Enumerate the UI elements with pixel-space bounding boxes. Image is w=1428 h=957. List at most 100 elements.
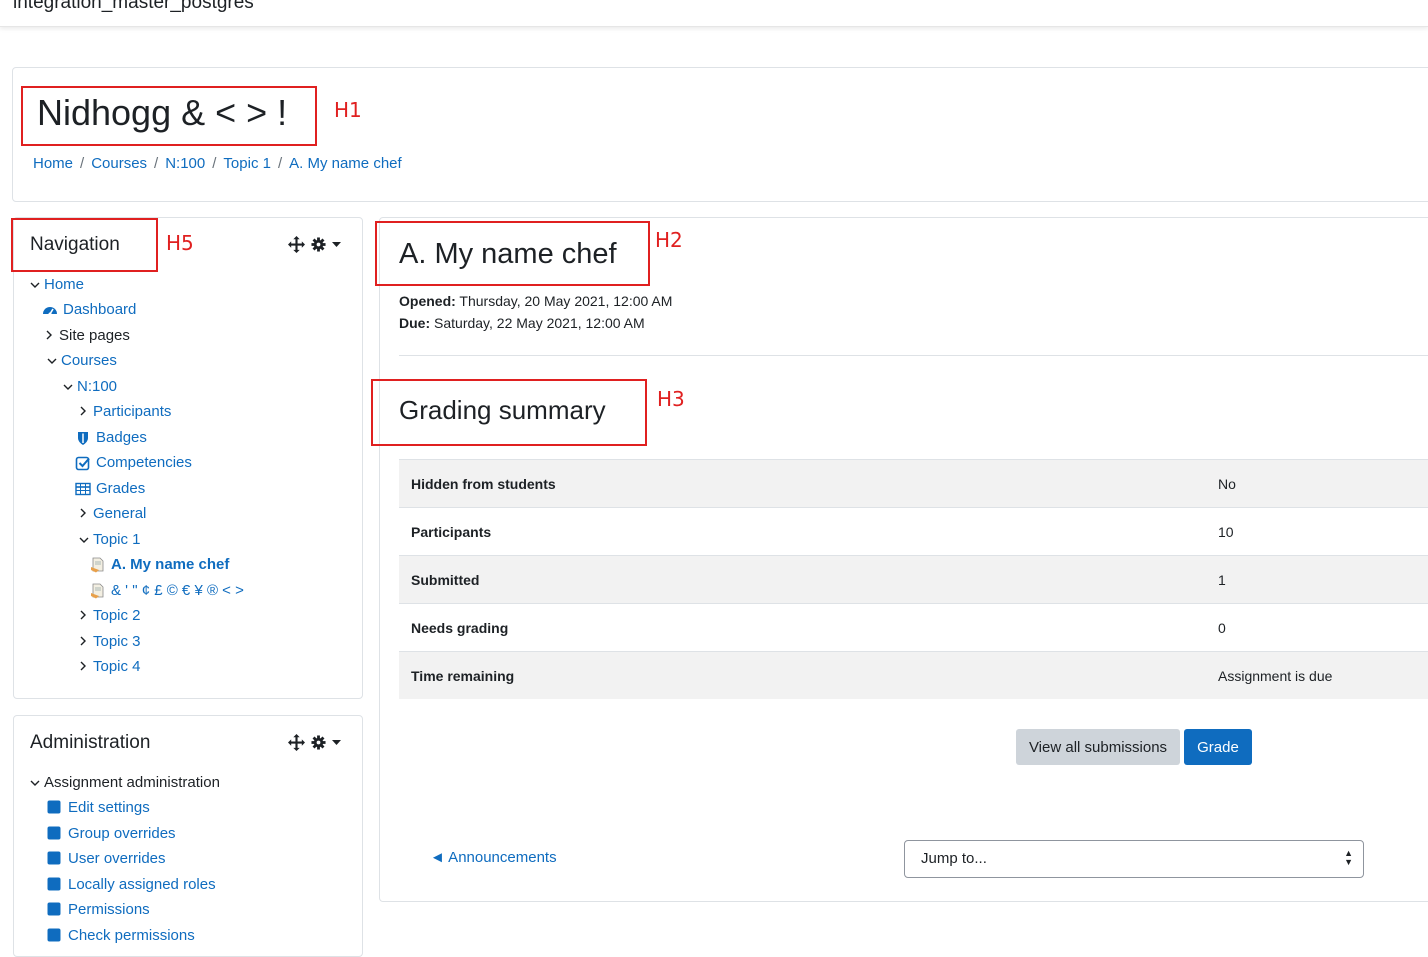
breadcrumb-separator: / [80, 155, 85, 172]
top-navbar: integration_master_postgres [0, 0, 1428, 27]
admin-item-edit-settings[interactable]: Edit settings [47, 799, 150, 816]
nav-item-course[interactable]: N:100 [63, 378, 117, 395]
nav-item-label[interactable]: Competencies [96, 454, 192, 471]
settings-square-icon [47, 800, 63, 816]
nav-item-special-chars[interactable]: & ' " ¢ £ © € ¥ ® < > [90, 582, 244, 599]
table-row: Hidden from students No [399, 459, 1428, 507]
annotation-box-h3 [371, 379, 647, 446]
table-row: Time remaining Assignment is due [399, 651, 1428, 699]
settings-square-icon [47, 928, 63, 944]
nav-item-label[interactable]: Courses [61, 352, 117, 369]
nav-item-label[interactable]: A. My name chef [111, 556, 229, 573]
settings-square-icon [47, 826, 63, 842]
nav-item-courses[interactable]: Courses [47, 352, 117, 369]
divider [399, 355, 1428, 356]
jump-to-placeholder: Jump to... [921, 850, 987, 867]
admin-item-permissions[interactable]: Permissions [47, 901, 150, 918]
annotation-box-h2 [375, 221, 650, 286]
chevron-down-icon [47, 353, 61, 368]
due-date: Due: Saturday, 22 May 2021, 12:00 AM [399, 315, 645, 331]
nav-item-label[interactable]: Topic 3 [93, 633, 141, 650]
admin-item-label[interactable]: User overrides [68, 850, 166, 867]
administration-title: Administration [30, 732, 151, 753]
nav-item-topic-3[interactable]: Topic 3 [79, 633, 141, 650]
nav-item-label[interactable]: General [93, 505, 146, 522]
breadcrumb-course[interactable]: N:100 [165, 155, 205, 172]
chevron-right-icon [45, 328, 59, 343]
table-row: Participants 10 [399, 507, 1428, 555]
row-label: Submitted [411, 571, 480, 588]
annotation-box-h1 [21, 86, 317, 146]
settings-square-icon [47, 902, 63, 918]
due-value: Saturday, 22 May 2021, 12:00 AM [434, 315, 645, 331]
assignment-icon [90, 557, 106, 573]
nav-item-label[interactable]: Badges [96, 429, 147, 446]
nav-item-topic-1[interactable]: Topic 1 [79, 531, 141, 548]
chevron-right-icon [79, 659, 93, 674]
nav-item-label[interactable]: N:100 [77, 378, 117, 395]
caret-down-icon[interactable] [332, 739, 341, 746]
nav-item-participants[interactable]: Participants [79, 403, 171, 420]
breadcrumb-activity[interactable]: A. My name chef [289, 155, 402, 172]
breadcrumb-topic[interactable]: Topic 1 [223, 155, 271, 172]
nav-item-label[interactable]: Topic 2 [93, 607, 141, 624]
settings-square-icon [47, 877, 63, 893]
annotation-label-h2: H2 [655, 228, 683, 252]
assignment-icon [90, 583, 106, 599]
admin-item-group-overrides[interactable]: Group overrides [47, 825, 176, 842]
nav-item-label[interactable]: Topic 4 [93, 658, 141, 675]
chevron-right-icon [79, 608, 93, 623]
annotation-label-h1: H1 [334, 98, 362, 122]
nav-item-home[interactable]: Home [30, 276, 84, 293]
admin-item-locally-assigned-roles[interactable]: Locally assigned roles [47, 876, 216, 893]
opened-label: Opened: [399, 293, 456, 309]
nav-item-site-pages[interactable]: Site pages [45, 327, 130, 344]
admin-item-label[interactable]: Group overrides [68, 825, 176, 842]
admin-item-label[interactable]: Permissions [68, 901, 150, 918]
breadcrumb-courses[interactable]: Courses [91, 155, 147, 172]
admin-item-check-permissions[interactable]: Check permissions [47, 927, 195, 944]
previous-activity-link[interactable]: ◄ Announcements [430, 849, 557, 866]
gear-icon[interactable] [311, 237, 326, 252]
nav-item-general[interactable]: General [79, 505, 146, 522]
admin-item-label[interactable]: Locally assigned roles [68, 876, 216, 893]
nav-item-badges[interactable]: Badges [75, 429, 147, 446]
move-icon[interactable] [288, 734, 305, 751]
admin-item-label[interactable]: Edit settings [68, 799, 150, 816]
admin-section-label: Assignment administration [44, 774, 220, 791]
admin-section-assignment[interactable]: Assignment administration [30, 774, 220, 791]
annotation-label-h5: H5 [166, 231, 194, 255]
chevron-right-icon [79, 506, 93, 521]
breadcrumb-home[interactable]: Home [33, 155, 73, 172]
nav-item-label[interactable]: Participants [93, 403, 171, 420]
grading-summary-table: Hidden from students No Participants 10 Su… [399, 459, 1428, 699]
admin-item-user-overrides[interactable]: User overrides [47, 850, 166, 867]
view-all-submissions-button[interactable]: View all submissions [1016, 729, 1180, 765]
nav-item-label[interactable]: Dashboard [63, 301, 136, 318]
nav-item-topic-4[interactable]: Topic 4 [79, 658, 141, 675]
grade-button[interactable]: Grade [1184, 729, 1252, 765]
nav-item-label[interactable]: & ' " ¢ £ © € ¥ ® < > [111, 582, 244, 599]
table-row: Needs grading 0 [399, 603, 1428, 651]
nav-item-label[interactable]: Grades [96, 480, 145, 497]
chevron-right-icon [79, 404, 93, 419]
nav-item-label: Site pages [59, 327, 130, 344]
nav-item-dashboard[interactable]: Dashboard [42, 301, 136, 318]
nav-item-topic-2[interactable]: Topic 2 [79, 607, 141, 624]
row-value: 1 [1218, 571, 1226, 588]
shield-icon [75, 430, 91, 446]
nav-item-label[interactable]: Topic 1 [93, 531, 141, 548]
nav-item-competencies[interactable]: Competencies [75, 454, 192, 471]
site-name[interactable]: integration_master_postgres [13, 0, 254, 14]
admin-item-label[interactable]: Check permissions [68, 927, 195, 944]
caret-down-icon[interactable] [332, 241, 341, 248]
chevron-down-icon [30, 277, 44, 292]
gear-icon[interactable] [311, 735, 326, 750]
nav-item-current-activity[interactable]: A. My name chef [90, 556, 229, 573]
jump-to-select[interactable]: Jump to... ▲ ▼ [904, 840, 1364, 878]
settings-square-icon [47, 851, 63, 867]
nav-item-label[interactable]: Home [44, 276, 84, 293]
move-icon[interactable] [288, 236, 305, 253]
nav-item-grades[interactable]: Grades [75, 480, 145, 497]
annotation-box-h5 [11, 218, 158, 272]
